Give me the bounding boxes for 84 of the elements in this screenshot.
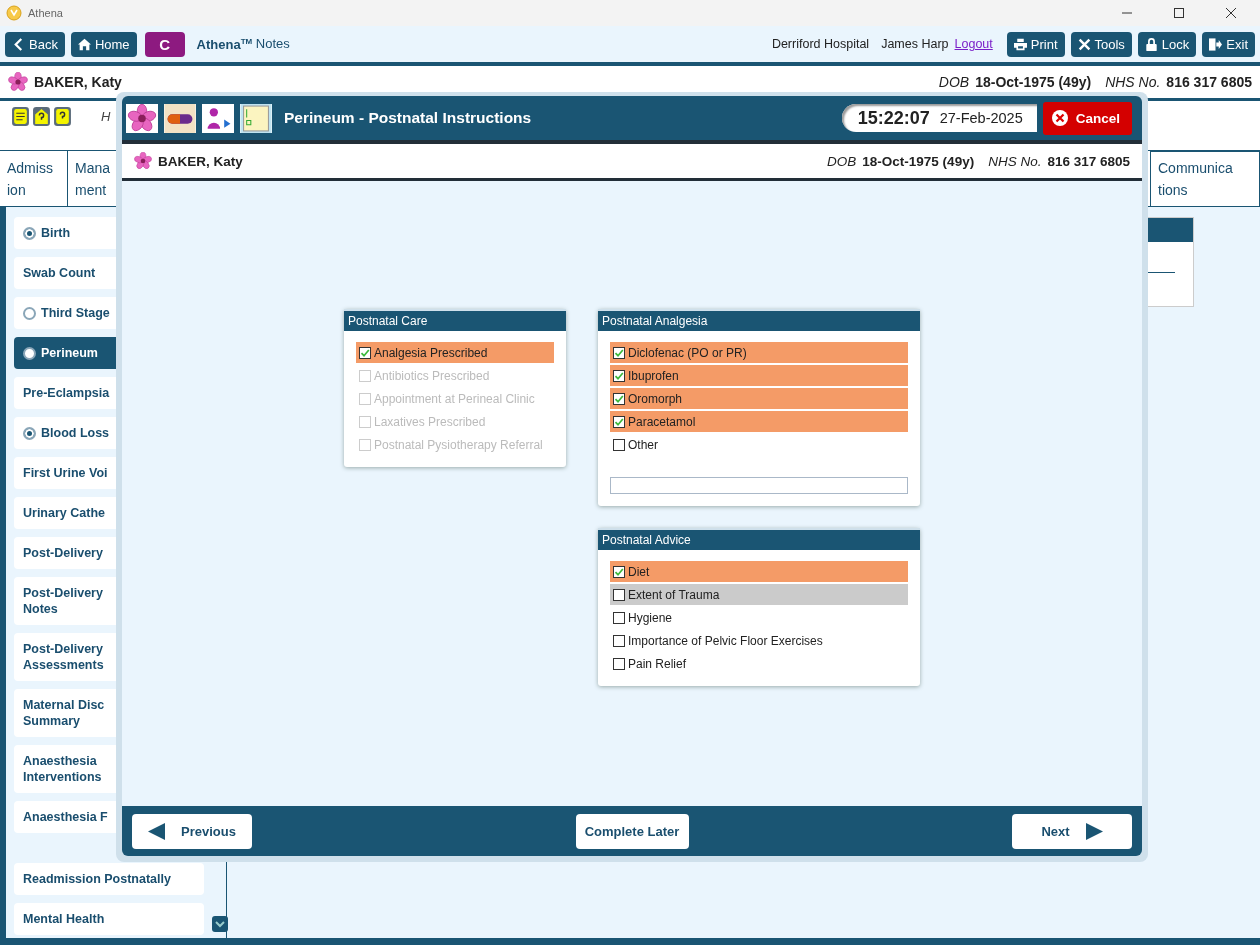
patient-name: BAKER, Katy — [34, 74, 122, 90]
flower-icon — [134, 152, 152, 170]
previous-button[interactable]: Previous — [132, 813, 252, 849]
sidebar-item[interactable]: Readmission Postnatally — [14, 863, 204, 895]
other-input-field[interactable] — [610, 477, 908, 494]
triangle-right-icon — [1085, 822, 1103, 840]
tab[interactable]: Communica tions — [1150, 151, 1260, 206]
nhs-label: NHS No. — [988, 153, 1042, 169]
checkbox-row[interactable]: Analgesia Prescribed — [356, 342, 554, 363]
dob-label: DOB — [827, 153, 857, 169]
app-name: Athena$^{TM}$ Notes — [196, 36, 290, 52]
checkbox-row[interactable]: Other — [610, 434, 908, 455]
sidebar-item[interactable]: Mental Health — [14, 903, 204, 935]
dob-label: DOB — [938, 74, 970, 90]
cancel-button[interactable]: Cancel — [1042, 101, 1132, 135]
checkbox-icon — [613, 588, 625, 601]
close-icon[interactable] — [1226, 8, 1236, 18]
checkbox-row[interactable]: Extent of Trauma — [610, 584, 908, 605]
hospital-name: Derriford Hospital — [771, 37, 870, 51]
complete-later-button[interactable]: Complete Later — [575, 813, 689, 849]
triangle-left-icon — [148, 822, 166, 840]
panel-title: Postnatal Care — [344, 309, 566, 331]
checked-checkbox-icon — [359, 346, 371, 359]
alert-hand-icon — [12, 107, 29, 126]
maximize-icon[interactable] — [1174, 8, 1184, 18]
checkbox-icon — [359, 369, 371, 382]
checkbox-icon — [613, 438, 625, 451]
home-icon — [77, 37, 91, 51]
checked-checkbox-icon — [613, 415, 625, 428]
patient-name: BAKER, Katy — [158, 153, 243, 169]
app-logo-icon — [6, 5, 22, 21]
help-house-icon — [33, 107, 50, 126]
checkbox-icon — [613, 634, 625, 647]
nhs-value: 816 317 6805 — [1166, 74, 1252, 90]
logout-link[interactable]: Logout — [954, 37, 993, 51]
checked-checkbox-icon — [613, 392, 625, 405]
checkbox-icon — [359, 415, 371, 428]
close-circle-icon — [1050, 109, 1069, 127]
lock-icon — [1144, 37, 1158, 51]
checkbox-row[interactable]: Pain Relief — [610, 653, 908, 674]
panel-title: Postnatal Analgesia — [598, 309, 920, 331]
print-button[interactable]: Print — [1006, 31, 1065, 57]
notepad-icon[interactable] — [240, 103, 272, 133]
next-button[interactable]: Next — [1012, 813, 1132, 849]
scroll-down-icon[interactable] — [212, 916, 228, 932]
dialog-title: Perineum - Postnatal Instructions — [284, 109, 532, 127]
dob-value: 18-Oct-1975 (49y) — [862, 153, 975, 169]
capsule-icon[interactable] — [164, 103, 196, 133]
home-button[interactable]: Home — [70, 31, 137, 57]
checkbox-row[interactable]: Importance of Pelvic Floor Exercises — [610, 630, 908, 651]
alert-text: H — [101, 109, 111, 124]
checkbox-icon — [613, 657, 625, 670]
date: 27-Feb-2025 — [939, 110, 1023, 126]
checkbox-row[interactable]: Hygiene — [610, 607, 908, 628]
chevron-left-icon — [12, 37, 25, 51]
checkbox-row[interactable]: Ibuprofen — [610, 365, 908, 386]
checkbox-row[interactable]: Oromorph — [610, 388, 908, 409]
checkbox-icon — [359, 438, 371, 451]
flower-icon — [126, 103, 158, 133]
checkbox-icon — [359, 392, 371, 405]
dob-value: 18-Oct-1975 (49y) — [975, 74, 1092, 90]
checked-checkbox-icon — [613, 369, 625, 382]
exit-button[interactable]: Exit — [1202, 31, 1255, 57]
window-title: Athena — [28, 7, 63, 19]
help-icon — [54, 107, 71, 126]
panel-title: Postnatal Advice — [598, 528, 920, 550]
checked-checkbox-icon — [613, 346, 625, 359]
lock-button[interactable]: Lock — [1137, 31, 1197, 57]
checkbox-icon — [613, 611, 625, 624]
printer-icon — [1013, 37, 1027, 51]
c-button[interactable]: C — [144, 31, 185, 57]
checkbox-row[interactable]: Paracetamol — [610, 411, 908, 432]
checkbox-row[interactable]: Diet — [610, 561, 908, 582]
checkbox-row[interactable]: Diclofenac (PO or PR) — [610, 342, 908, 363]
tools-icon — [1077, 37, 1091, 51]
nhs-label: NHS No. — [1105, 74, 1161, 90]
time: 15:22:07 — [857, 107, 930, 129]
user-name: James Harp — [881, 37, 949, 51]
flower-icon — [8, 72, 28, 92]
checked-checkbox-icon — [613, 565, 625, 578]
exit-icon — [1209, 37, 1223, 51]
tools-button[interactable]: Tools — [1070, 31, 1132, 57]
nhs-value: 816 317 6805 — [1047, 153, 1130, 169]
back-button[interactable]: Back — [5, 31, 65, 57]
